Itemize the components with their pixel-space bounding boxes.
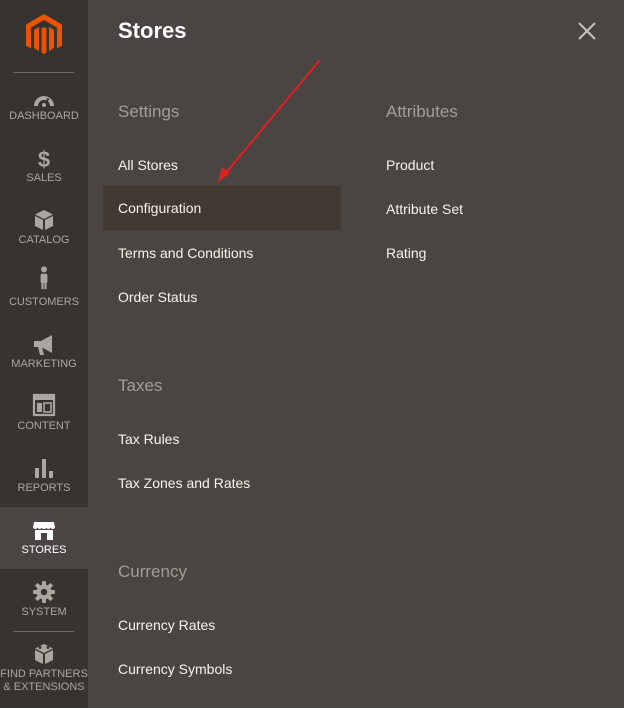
nav-content[interactable]: CONTENT	[0, 390, 88, 452]
link-currency-symbols[interactable]: Currency Symbols	[103, 647, 341, 691]
nav-marketing[interactable]: MARKETING	[0, 328, 88, 390]
link-terms-and-conditions[interactable]: Terms and Conditions	[103, 231, 341, 275]
storefront-icon	[33, 522, 55, 540]
section-currency-title: Currency	[118, 562, 187, 581]
nav-customers-label: CUSTOMERS	[8, 296, 80, 308]
link-tax-rules[interactable]: Tax Rules	[103, 417, 341, 461]
link-tax-zones-and-rates[interactable]: Tax Zones and Rates	[103, 461, 341, 505]
logo-divider	[13, 72, 74, 73]
nav-catalog[interactable]: CATALOG	[0, 204, 88, 266]
svg-text:$: $	[38, 147, 50, 171]
close-icon	[578, 22, 596, 40]
section-attributes-title: Attributes	[386, 102, 458, 121]
link-currency-rates[interactable]: Currency Rates	[103, 603, 341, 647]
nav-find-partners-label-line1: FIND PARTNERS	[0, 668, 88, 680]
nav-stores[interactable]: STORES	[0, 507, 88, 569]
nav-dashboard[interactable]: DASHBOARD	[0, 80, 88, 142]
link-attribute-set[interactable]: Attribute Set	[371, 187, 591, 231]
dollar-icon: $	[38, 147, 50, 171]
link-configuration[interactable]: Configuration	[103, 186, 341, 230]
gear-icon	[33, 581, 55, 603]
bar-chart-icon	[35, 459, 53, 478]
link-order-status[interactable]: Order Status	[103, 275, 341, 319]
blocks-icon	[35, 644, 53, 664]
page-title: Stores	[118, 18, 187, 43]
section-settings-title: Settings	[118, 102, 180, 121]
nav-system[interactable]: SYSTEM	[0, 576, 88, 638]
nav-catalog-label: CATALOG	[18, 234, 70, 246]
magento-logo[interactable]	[0, 0, 88, 72]
section-taxes-title: Taxes	[118, 376, 163, 395]
sidebar-divider	[13, 631, 74, 632]
admin-sidebar: DASHBOARD $ SALES CATALOG CUSTOMERS MARK…	[0, 0, 88, 708]
magento-logo-icon	[26, 14, 62, 54]
link-product[interactable]: Product	[371, 143, 591, 187]
nav-find-partners-label-line2: & EXTENSIONS	[3, 681, 85, 693]
box-icon	[35, 210, 53, 230]
stores-menu-panel: Stores Settings All Stores Configuration…	[88, 0, 624, 708]
nav-reports[interactable]: REPORTS	[0, 452, 88, 514]
nav-find-partners[interactable]: FIND PARTNERS & EXTENSIONS	[0, 638, 88, 708]
nav-marketing-label: MARKETING	[11, 358, 77, 370]
person-icon	[40, 266, 48, 290]
nav-dashboard-label: DASHBOARD	[9, 110, 79, 122]
nav-customers[interactable]: CUSTOMERS	[0, 266, 88, 328]
nav-sales[interactable]: $ SALES	[0, 142, 88, 204]
layout-icon	[32, 393, 56, 417]
nav-sales-label: SALES	[26, 172, 62, 184]
nav-content-label: CONTENT	[17, 420, 71, 432]
link-rating[interactable]: Rating	[371, 231, 591, 275]
close-button[interactable]	[576, 20, 598, 42]
dashboard-icon	[34, 96, 54, 107]
nav-stores-label: STORES	[21, 544, 67, 556]
nav-reports-label: REPORTS	[17, 482, 71, 494]
megaphone-icon	[34, 335, 52, 355]
nav-system-label: SYSTEM	[21, 606, 67, 618]
link-all-stores[interactable]: All Stores	[103, 143, 341, 187]
